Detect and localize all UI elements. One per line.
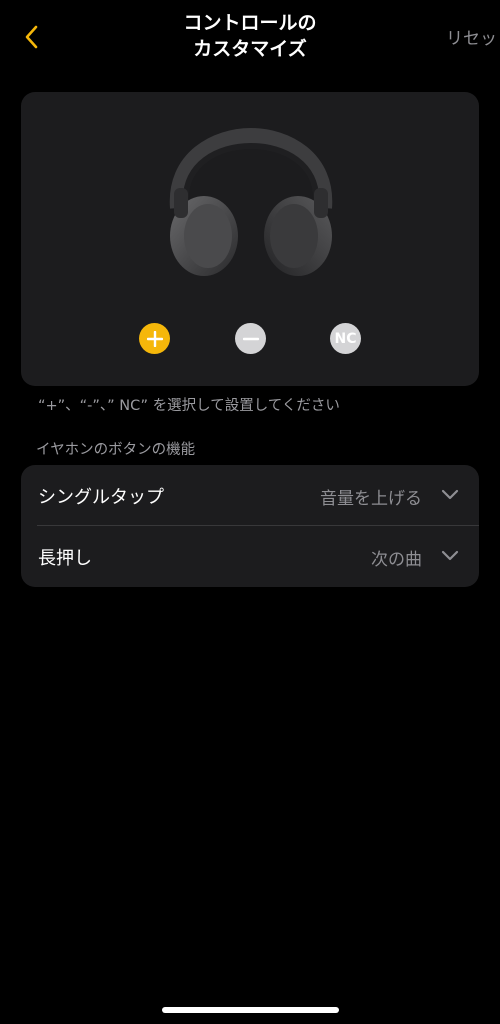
single-tap-row[interactable]: シングルタップ 音量を上げる (21, 465, 479, 526)
page-title-line-2: カスタマイズ (193, 38, 307, 60)
chevron-down-icon (441, 550, 459, 561)
reset-button[interactable]: リセット (446, 24, 500, 49)
single-tap-label: シングルタップ (38, 487, 164, 508)
plus-control-button[interactable] (139, 323, 170, 354)
chevron-down-icon (441, 489, 459, 500)
page-title: コントロールの カスタマイズ (110, 10, 390, 62)
nc-control-button[interactable]: NC (330, 323, 361, 354)
page-title-line-1: コントロールの (183, 12, 317, 34)
settings-card: シングルタップ 音量を上げる 長押し 次の曲 (21, 465, 479, 587)
device-card: NC (21, 92, 479, 386)
minus-control-button[interactable] (235, 323, 266, 354)
long-press-row[interactable]: 長押し 次の曲 (21, 526, 479, 587)
single-tap-value: 音量を上げる (320, 489, 422, 509)
minus-icon (242, 337, 259, 340)
headphones-image (169, 128, 333, 276)
back-button[interactable] (16, 20, 46, 54)
home-indicator[interactable] (162, 1007, 339, 1013)
long-press-label: 長押し (38, 548, 92, 569)
nc-icon: NC (334, 330, 357, 347)
header: コントロールの カスタマイズ リセット (0, 0, 500, 80)
selection-hint: “+”、“-”、” NC” を選択して設置してください (38, 398, 340, 414)
section-label: イヤホンのボタンの機能 (36, 442, 196, 458)
long-press-value: 次の曲 (371, 550, 422, 570)
plus-icon (146, 330, 163, 347)
chevron-left-icon (25, 25, 38, 49)
